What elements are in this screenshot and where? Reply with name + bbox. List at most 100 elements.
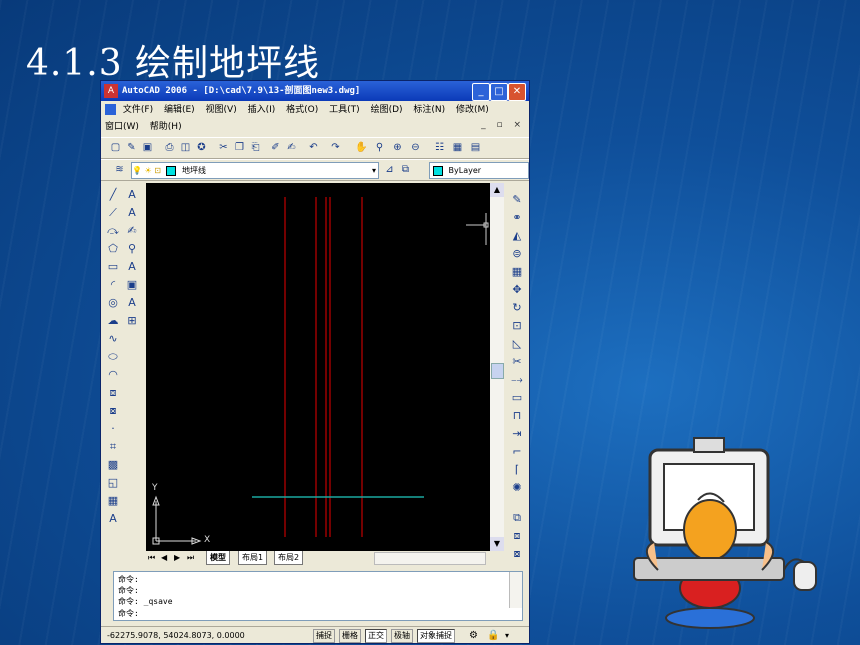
communication-center-icon[interactable]: ⚙ — [469, 627, 478, 643]
menu-file[interactable]: 文件(F) — [123, 105, 153, 115]
grid-toggle[interactable]: 栅格 — [339, 629, 361, 643]
document-window-controls[interactable]: _ ▫ × — [481, 120, 525, 130]
color-control-dropdown[interactable]: ByLayer — [429, 162, 529, 179]
menu-draw[interactable]: 绘图(D) — [371, 105, 403, 115]
table-icon[interactable]: ▦ — [106, 494, 120, 508]
coordinate-readout[interactable]: -62275.9078, 54024.8073, 0.0000 — [107, 627, 245, 643]
menu-modify[interactable]: 修改(M) — [456, 105, 489, 115]
plot-preview-icon[interactable]: ◫ — [179, 141, 192, 154]
save-icon[interactable]: ▣ — [141, 141, 154, 154]
offset-icon[interactable]: ⊜ — [510, 247, 524, 261]
print-icon[interactable]: ⎙ — [163, 141, 176, 154]
osnap-toggle[interactable]: 对象捕捉 — [417, 629, 455, 643]
command-scrollbar[interactable] — [509, 572, 522, 608]
spelling-icon[interactable]: A — [125, 260, 139, 274]
minimize-button[interactable]: _ — [472, 83, 490, 101]
construction-line-icon[interactable]: ⟋ — [106, 206, 120, 220]
edit-text-icon[interactable]: ✍ — [125, 224, 139, 238]
stretch-icon[interactable]: ◺ — [510, 337, 524, 351]
arc-icon[interactable]: ◜ — [106, 278, 120, 292]
match-properties-icon[interactable]: ✐ — [269, 141, 282, 154]
ellipse-arc-icon[interactable]: ◠ — [106, 368, 120, 382]
snap-toggle[interactable]: 捕捉 — [313, 629, 335, 643]
drawing-area[interactable]: Y X — [146, 183, 490, 551]
region-icon[interactable]: ◱ — [106, 476, 120, 490]
menu-format[interactable]: 格式(O) — [286, 105, 318, 115]
copy-icon[interactable]: ❐ — [233, 141, 246, 154]
menu-tools[interactable]: 工具(T) — [329, 105, 360, 115]
design-center-icon[interactable]: ▦ — [451, 141, 464, 154]
make-object-layer-current-icon[interactable]: ⊿ — [383, 163, 396, 176]
extend-icon[interactable]: ⤍ — [510, 373, 524, 387]
ortho-toggle[interactable]: 正交 — [365, 629, 387, 643]
insert-block-icon[interactable]: ⧈ — [106, 386, 120, 400]
undo-icon[interactable]: ↶ — [307, 141, 320, 154]
command-prompt[interactable]: 命令: — [118, 608, 139, 619]
open-file-icon[interactable]: ✎ — [125, 141, 138, 154]
break-icon[interactable]: ⊓ — [510, 409, 524, 423]
trim-icon[interactable]: ✂ — [510, 355, 524, 369]
properties-icon[interactable]: ☷ — [433, 141, 446, 154]
maximize-button[interactable]: □ — [490, 83, 508, 101]
break-at-point-icon[interactable]: ▭ — [510, 391, 524, 405]
find-replace-icon[interactable]: ⚲ — [125, 242, 139, 256]
multiline-text-icon[interactable]: A — [106, 512, 120, 526]
pan-icon[interactable]: ✋ — [355, 141, 368, 154]
menu-edit[interactable]: 编辑(E) — [164, 105, 195, 115]
command-window[interactable]: 命令: 命令: 命令: _qsave 命令: — [113, 571, 523, 621]
circle-icon[interactable]: ◎ — [106, 296, 120, 310]
menu-help[interactable]: 帮助(H) — [150, 122, 182, 132]
draw-order-icon[interactable]: ⧉ — [510, 511, 524, 525]
paste-icon[interactable]: ⎗ — [249, 141, 262, 154]
layer-dropdown[interactable]: 💡 ☀ ⊡ 地坪线 ▾ — [131, 162, 379, 179]
scale-icon[interactable]: ⊡ — [510, 319, 524, 333]
block-editor-icon[interactable]: ✍ — [285, 141, 298, 154]
zoom-realtime-icon[interactable]: ⚲ — [373, 141, 386, 154]
spline-icon[interactable]: ∿ — [106, 332, 120, 346]
publish-icon[interactable]: ✪ — [195, 141, 208, 154]
rectangle-icon[interactable]: ▭ — [106, 260, 120, 274]
tab-nav-next[interactable]: ▶ — [174, 551, 180, 565]
layer-previous-icon[interactable]: ⧉ — [399, 163, 412, 176]
horizontal-scrollbar[interactable] — [374, 552, 486, 565]
close-button[interactable]: ✕ — [508, 83, 526, 101]
tab-layout1[interactable]: 布局1 — [238, 551, 268, 565]
rotate-icon[interactable]: ↻ — [510, 301, 524, 315]
array-icon[interactable]: ▦ — [510, 265, 524, 279]
copy-object-icon[interactable]: ⚭ — [510, 211, 524, 225]
text-icon[interactable]: A — [125, 188, 139, 202]
vertical-scrollbar[interactable]: ▲ ▼ — [490, 183, 504, 551]
layer-manager-icon[interactable]: ≋ — [113, 163, 126, 176]
hatch-icon[interactable]: ⌗ — [106, 440, 120, 454]
tab-layout2[interactable]: 布局2 — [274, 551, 304, 565]
chamfer-icon[interactable]: ⌐ — [510, 445, 524, 459]
lock-icon[interactable]: 🔒 — [487, 627, 499, 643]
send-to-back-icon[interactable]: ⧇ — [510, 547, 524, 561]
fillet-icon[interactable]: ⌈ — [510, 463, 524, 477]
zoom-window-icon[interactable]: ⊕ — [391, 141, 404, 154]
single-line-text-icon[interactable]: A — [125, 206, 139, 220]
move-icon[interactable]: ✥ — [510, 283, 524, 297]
tab-nav-prev[interactable]: ◀ — [161, 551, 167, 565]
erase-icon[interactable]: ✎ — [510, 193, 524, 207]
cut-icon[interactable]: ✂ — [217, 141, 230, 154]
menu-insert[interactable]: 插入(I) — [248, 105, 276, 115]
scale-text-icon[interactable]: A — [125, 296, 139, 310]
point-icon[interactable]: · — [106, 422, 120, 436]
menu-dimension[interactable]: 标注(N) — [413, 105, 445, 115]
redo-icon[interactable]: ↷ — [329, 141, 342, 154]
menu-view[interactable]: 视图(V) — [206, 105, 237, 115]
title-bar[interactable]: A AutoCAD 2006 - [D:\cad\7.9\13-剖面图new3.… — [101, 81, 529, 101]
scroll-up-arrow[interactable]: ▲ — [490, 183, 504, 197]
mirror-icon[interactable]: ◭ — [510, 229, 524, 243]
tab-nav-last[interactable]: ⏭ — [187, 551, 194, 565]
line-icon[interactable]: ╱ — [106, 188, 120, 202]
justify-text-icon[interactable]: ⊞ — [125, 314, 139, 328]
zoom-previous-icon[interactable]: ⊖ — [409, 141, 422, 154]
status-menu-arrow[interactable]: ▾ — [505, 627, 509, 643]
tool-palettes-icon[interactable]: ▤ — [469, 141, 482, 154]
menu-window[interactable]: 窗口(W) — [105, 122, 139, 132]
new-file-icon[interactable]: ▢ — [109, 141, 122, 154]
polar-toggle[interactable]: 极轴 — [391, 629, 413, 643]
text-style-icon[interactable]: ▣ — [125, 278, 139, 292]
